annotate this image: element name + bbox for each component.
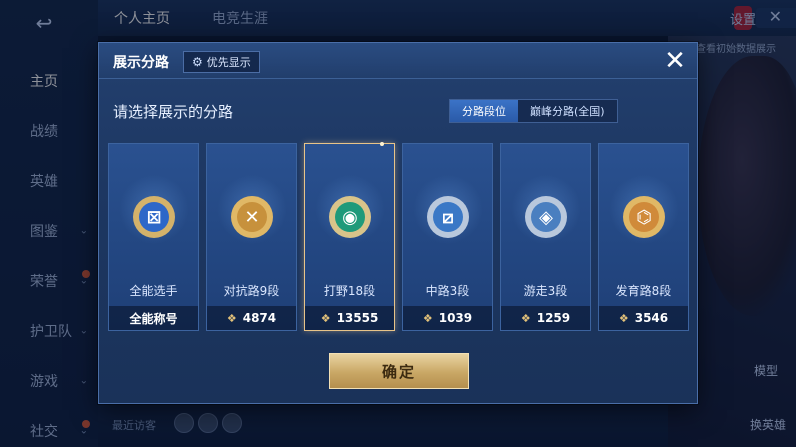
lane-rank-badge-icon: ✕ (231, 196, 273, 238)
lane-badge-glyph: ◈ (531, 202, 561, 232)
lane-points-value: 4874 (242, 311, 277, 325)
lane-card-label: 打野18段 (323, 284, 376, 298)
points-icon: ❖ (320, 311, 331, 325)
lane-card-footer: ❖ 1039 (403, 306, 492, 330)
points-icon: ❖ (226, 311, 237, 325)
lane-card-label: 全能选手 (129, 284, 178, 298)
lane-card-label: 发育路8段 (615, 284, 672, 298)
lane-rank-badge-icon: ⊠ (133, 196, 175, 238)
lane-rank-badge-icon: ◉ (329, 196, 371, 238)
lane-rank-badge-icon: ◈ (525, 196, 567, 238)
lane-display-modal: 展示分路 ⚙ 优先显示 ✕ 请选择展示的分路 分路段位 巅峰分路(全国) ⊠ 全能… (98, 42, 698, 404)
lane-badge-glyph: ⧄ (433, 202, 463, 232)
close-button[interactable]: ✕ (661, 47, 689, 75)
lane-card[interactable]: ◈ 游走3段 ❖ 1259 (500, 143, 591, 331)
lane-badge-glyph: ✕ (237, 202, 267, 232)
lane-card-footer: 全能称号 (109, 306, 198, 330)
confirm-button[interactable]: 确定 (329, 353, 469, 389)
lane-card-footer: ❖ 1259 (501, 306, 590, 330)
points-icon: ❖ (422, 311, 433, 325)
lane-card-footer: ❖ 4874 (207, 306, 296, 330)
lane-card[interactable]: ✕ 对抗路9段 ❖ 4874 (206, 143, 297, 331)
priority-display-button[interactable]: ⚙ 优先显示 (183, 51, 260, 73)
modal-subtitle: 请选择展示的分路 (113, 103, 234, 121)
lane-badge-glyph: ⌬ (629, 202, 659, 232)
lane-mode-toggle: 分路段位 巅峰分路(全国) (449, 99, 618, 123)
lane-badge-glyph: ◉ (335, 202, 365, 232)
lane-points-value: 13555 (336, 311, 379, 325)
lane-card-label: 中路3段 (425, 284, 470, 298)
priority-display-label: 优先显示 (206, 56, 251, 69)
lane-card[interactable]: ⊠ 全能选手全能称号 (108, 143, 199, 331)
lane-card[interactable]: ⧄ 中路3段 ❖ 1039 (402, 143, 493, 331)
tab-peak-lane[interactable]: 巅峰分路(全国) (518, 100, 617, 122)
lane-badge-glyph: ⊠ (139, 202, 169, 232)
lane-card-footer: ❖ 13555 (305, 306, 394, 330)
lane-card-label: 对抗路9段 (223, 284, 280, 298)
lane-rank-badge-icon: ⧄ (427, 196, 469, 238)
modal-header: 展示分路 ⚙ 优先显示 ✕ (99, 43, 697, 79)
lane-card-list: ⊠ 全能选手全能称号 ✕ 对抗路9段 ❖ 4874 ◉ 打野18段 ❖ 13555 ⧄ 中路3段 ❖ 10… (108, 142, 690, 331)
points-icon: ❖ (618, 311, 629, 325)
lane-points-value: 1259 (536, 311, 571, 325)
modal-title: 展示分路 (113, 55, 169, 71)
lane-card-label: 游走3段 (523, 284, 568, 298)
tab-lane-rank[interactable]: 分路段位 (450, 100, 518, 122)
gear-icon: ⚙ (192, 55, 203, 69)
lane-card-footer: ❖ 3546 (599, 306, 688, 330)
lane-points-value: 3546 (634, 311, 669, 325)
lane-card[interactable]: ⌬ 发育路8段 ❖ 3546 (598, 143, 689, 331)
close-icon: ✕ (664, 46, 686, 76)
lane-points-value: 1039 (438, 311, 473, 325)
points-icon: ❖ (520, 311, 531, 325)
lane-rank-badge-icon: ⌬ (623, 196, 665, 238)
lane-card[interactable]: ◉ 打野18段 ❖ 13555 (304, 142, 395, 331)
lane-points-value: 全能称号 (129, 311, 178, 326)
